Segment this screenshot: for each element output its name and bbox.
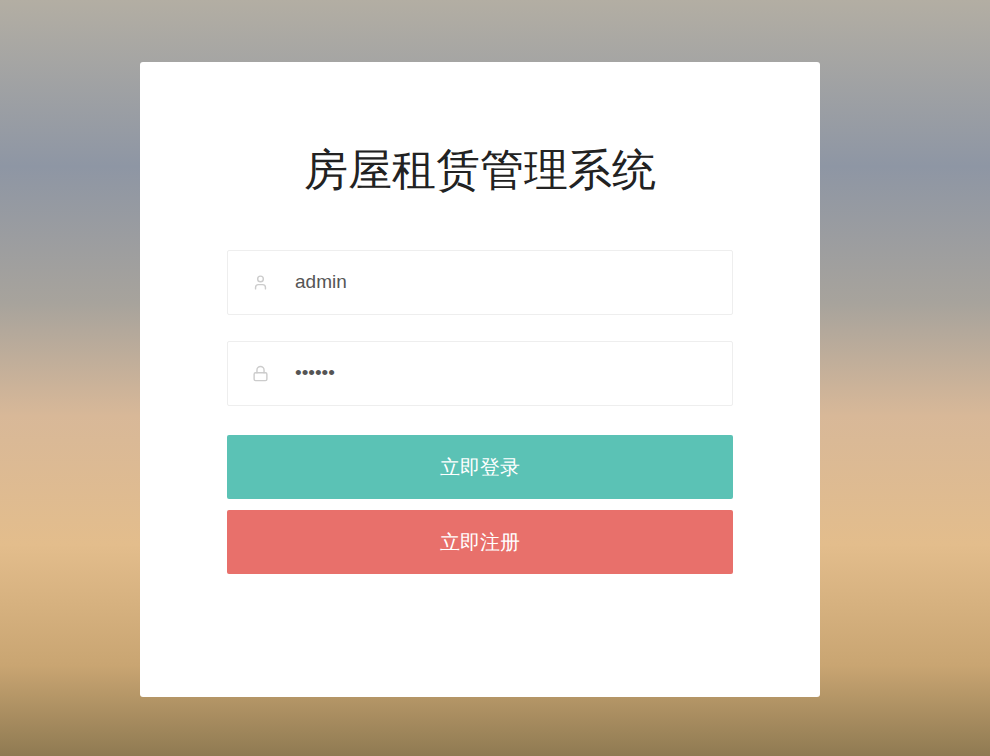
lock-icon <box>252 365 269 382</box>
field-value: admin <box>295 268 347 297</box>
user-icon <box>252 274 269 291</box>
password-field[interactable]: •••••• <box>227 341 733 406</box>
login-button[interactable]: 立即登录 <box>227 435 733 499</box>
login-page: 房屋租赁管理系统 admin •••••• 立即登录立即注册 <box>0 0 990 756</box>
login-card: 房屋租赁管理系统 admin •••••• 立即登录立即注册 <box>140 62 820 697</box>
login-form: admin •••••• <box>227 250 733 406</box>
username-field[interactable]: admin <box>227 250 733 315</box>
button-group: 立即登录立即注册 <box>227 435 733 574</box>
system-title: 房屋租赁管理系统 <box>304 142 656 198</box>
register-button[interactable]: 立即注册 <box>227 510 733 574</box>
field-value: •••••• <box>295 359 335 388</box>
